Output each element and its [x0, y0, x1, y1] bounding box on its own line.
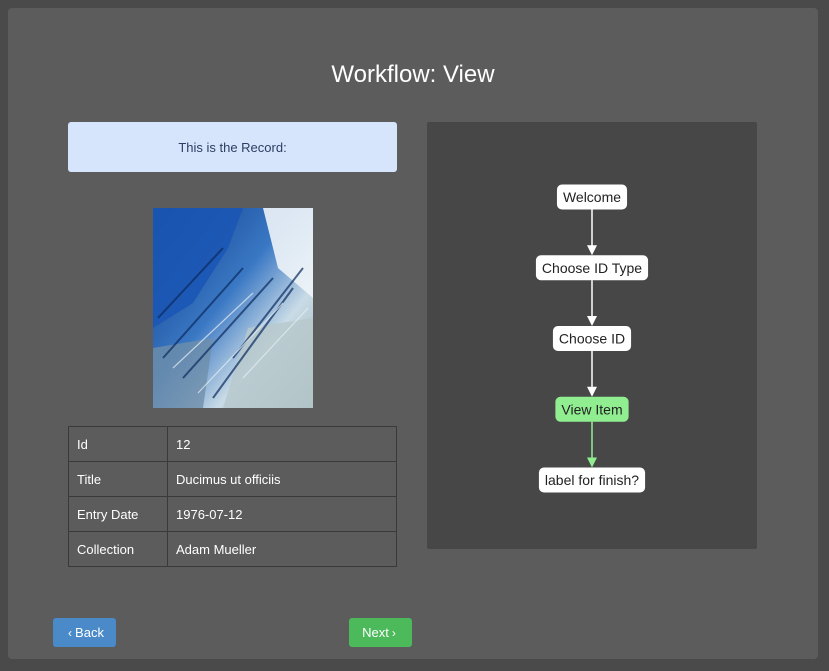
- field-key: Title: [68, 461, 168, 497]
- next-label: Next: [362, 625, 389, 640]
- table-row: Entry Date 1976-07-12: [68, 496, 397, 532]
- page-title: Workflow: View: [331, 61, 495, 88]
- workflow-arrowhead: [587, 316, 597, 326]
- workflow-graph: Welcome Choose ID Type Choose ID View Item l…: [535, 184, 649, 493]
- field-value: 12: [167, 426, 397, 462]
- workflow-panel: Workflow: View This is the Record: Id 12…: [8, 8, 818, 659]
- record-header: This is the Record:: [68, 122, 397, 172]
- table-row: Id 12: [68, 426, 397, 462]
- back-button[interactable]: ‹ Back: [53, 618, 116, 647]
- workflow-arrowhead: [587, 386, 597, 397]
- workflow-node: label for finish?: [538, 467, 646, 493]
- table-row: Collection Adam Mueller: [68, 531, 397, 567]
- field-key: Collection: [68, 531, 168, 567]
- field-value: 1976-07-12: [167, 496, 397, 532]
- workflow-node: Welcome: [556, 184, 628, 210]
- field-value: Adam Mueller: [167, 531, 397, 567]
- field-key: Id: [68, 426, 168, 462]
- back-label: Back: [75, 625, 104, 640]
- record-table: Id 12 Title Ducimus ut officiis Entry Da…: [68, 426, 397, 567]
- workflow-diagram: Welcome Choose ID Type Choose ID View Item l…: [427, 122, 757, 549]
- workflow-node: View Item: [555, 396, 629, 422]
- workflow-node-label: Choose ID Type: [542, 260, 642, 276]
- workflow-node-label: Choose ID: [559, 331, 625, 347]
- workflow-node-label: Welcome: [563, 189, 621, 205]
- workflow-node-label: label for finish?: [545, 472, 639, 488]
- chevron-left-icon: ‹: [68, 625, 73, 640]
- workflow-node: Choose ID Type: [535, 255, 649, 281]
- next-button[interactable]: Next ›: [349, 618, 412, 647]
- chevron-right-icon: ›: [391, 625, 396, 640]
- field-key: Entry Date: [68, 496, 168, 532]
- field-value: Ducimus ut officiis: [167, 461, 397, 497]
- workflow-node-label: View Item: [561, 401, 622, 417]
- workflow-arrowhead: [587, 457, 597, 468]
- record-image: [153, 208, 313, 408]
- workflow-node: Choose ID: [552, 326, 632, 351]
- workflow-arrowhead: [587, 245, 597, 256]
- table-row: Title Ducimus ut officiis: [68, 461, 397, 497]
